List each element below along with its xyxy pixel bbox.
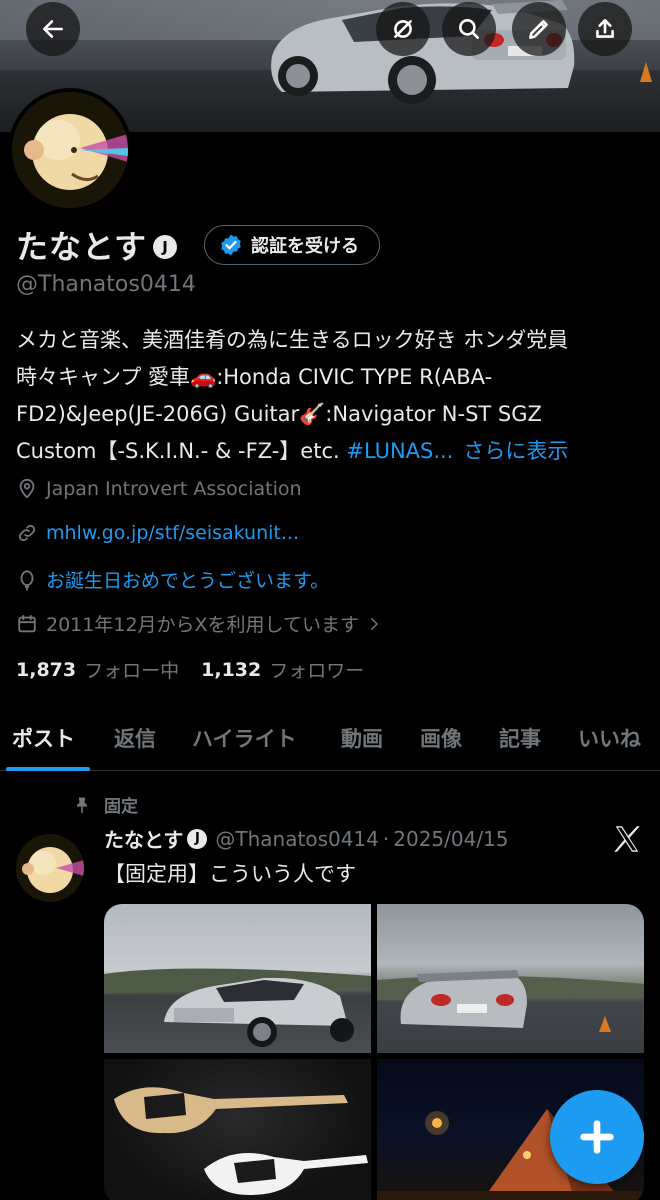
bio-line: Custom【-S.K.I.N.- & -FZ-】etc. bbox=[16, 439, 347, 463]
tab-likes[interactable]: いいね bbox=[578, 705, 641, 771]
pin-icon bbox=[77, 797, 87, 813]
profile-website: mhlw.go.jp/stf/seisakunit... bbox=[16, 522, 299, 544]
tab-label: 画像 bbox=[420, 727, 462, 751]
chevron-right-icon bbox=[370, 617, 378, 630]
tab-replies[interactable]: 返信 bbox=[114, 705, 156, 771]
pinned-label: 固定 bbox=[104, 797, 138, 817]
joined-text: 2011年12月からXを利用しています bbox=[46, 614, 359, 636]
display-name: たなとす bbox=[16, 228, 148, 266]
profile-name-row: たなとす J bbox=[16, 222, 178, 268]
post-body: 【固定用】こういう人です bbox=[104, 862, 356, 886]
profile-avatar[interactable] bbox=[8, 88, 132, 212]
profile-bio: メカと音楽、美酒佳肴の為に生きるロック好き ホンダ党員 時々キャンプ 愛車🚗:H… bbox=[16, 322, 646, 470]
bio-line: FD2)&Jeep(JE-206G) Guitar🎸:Navigator N-S… bbox=[16, 402, 542, 426]
birthday-text[interactable]: お誕生日おめでとうございます。 bbox=[46, 566, 329, 593]
affiliate-badge-icon: J bbox=[187, 828, 208, 849]
profile-location: Japan Introvert Association bbox=[16, 478, 302, 500]
show-more-link[interactable]: さらに表示 bbox=[463, 439, 568, 463]
back-arrow-icon bbox=[43, 20, 63, 38]
search-button[interactable] bbox=[442, 2, 496, 56]
post-date[interactable]: 2025/04/15 bbox=[393, 827, 508, 851]
profile-handle: @Thanatos0414 bbox=[16, 272, 196, 297]
bio-line: メカと音楽、美酒佳肴の為に生きるロック好き ホンダ党員 bbox=[16, 328, 569, 352]
affiliate-badge-icon: J bbox=[153, 235, 178, 259]
post-author-avatar[interactable] bbox=[16, 834, 84, 902]
tab-label: 記事 bbox=[499, 727, 541, 751]
back-button[interactable] bbox=[26, 2, 80, 56]
link-icon bbox=[18, 524, 36, 542]
followers-label[interactable]: フォロワー bbox=[269, 656, 364, 683]
tab-label: 返信 bbox=[114, 727, 156, 751]
tab-label: ハイライト bbox=[192, 727, 297, 751]
follow-stats: 1,873 フォロー中 1,132 フォロワー bbox=[16, 656, 386, 683]
media-image-car-front[interactable] bbox=[104, 904, 371, 1053]
x-logo-icon[interactable] bbox=[610, 822, 644, 856]
compose-post-button[interactable] bbox=[550, 1090, 644, 1184]
pinned-indicator: 固定 bbox=[72, 792, 138, 817]
active-tab-indicator bbox=[6, 767, 90, 771]
share-button[interactable] bbox=[578, 2, 632, 56]
post-separator: · bbox=[382, 826, 390, 851]
avatar-image bbox=[12, 92, 128, 208]
followers-count[interactable]: 1,132 bbox=[201, 659, 261, 681]
location-pin-icon bbox=[19, 478, 35, 499]
grok-icon bbox=[394, 20, 412, 38]
post-author-name[interactable]: たなとす bbox=[104, 824, 183, 853]
tab-articles[interactable]: 記事 bbox=[499, 705, 541, 771]
following-label[interactable]: フォロー中 bbox=[84, 656, 179, 683]
traffic-cone bbox=[640, 62, 652, 82]
tab-posts[interactable]: ポスト bbox=[6, 705, 90, 771]
share-icon bbox=[596, 19, 614, 38]
bio-hashtag-link[interactable]: #LUNAS... bbox=[346, 439, 453, 463]
profile-tabs: ポスト 返信 ハイライト 動画 画像 記事 いいね bbox=[0, 705, 660, 771]
get-verified-button[interactable]: 認証を受ける bbox=[204, 225, 380, 265]
plus-icon bbox=[580, 1120, 614, 1154]
get-verified-label: 認証を受ける bbox=[251, 236, 359, 257]
post-author-handle[interactable]: @Thanatos0414 bbox=[215, 827, 378, 851]
bio-line: 時々キャンプ 愛車🚗:Honda CIVIC TYPE R(ABA- bbox=[16, 365, 493, 389]
edit-icon bbox=[529, 20, 548, 39]
media-image-guitars[interactable] bbox=[104, 1059, 371, 1200]
grok-button[interactable] bbox=[376, 2, 430, 56]
post-header: たなとす J @Thanatos0414 · 2025/04/15 bbox=[104, 824, 509, 853]
balloon-icon bbox=[20, 569, 34, 591]
bio-line-last: Custom【-S.K.I.N.- & -FZ-】etc. #LUNAS... さ… bbox=[16, 433, 646, 470]
tab-label: 動画 bbox=[341, 727, 383, 751]
location-text: Japan Introvert Association bbox=[46, 478, 302, 500]
tab-images[interactable]: 画像 bbox=[420, 705, 462, 771]
verified-badge-icon bbox=[221, 234, 241, 256]
edit-button[interactable] bbox=[512, 2, 566, 56]
search-icon bbox=[459, 19, 479, 39]
following-count[interactable]: 1,873 bbox=[16, 659, 76, 681]
tab-highlights[interactable]: ハイライト bbox=[192, 705, 297, 771]
calendar-icon bbox=[18, 614, 36, 632]
profile-joined[interactable]: 2011年12月からXを利用しています bbox=[16, 610, 383, 637]
tab-videos[interactable]: 動画 bbox=[341, 705, 383, 771]
website-link[interactable]: mhlw.go.jp/stf/seisakunit... bbox=[46, 522, 299, 544]
profile-birthday: お誕生日おめでとうございます。 bbox=[16, 566, 329, 593]
tab-label: いいね bbox=[578, 727, 641, 751]
tab-label: ポスト bbox=[12, 727, 75, 751]
media-image-car-rear[interactable] bbox=[377, 904, 644, 1053]
